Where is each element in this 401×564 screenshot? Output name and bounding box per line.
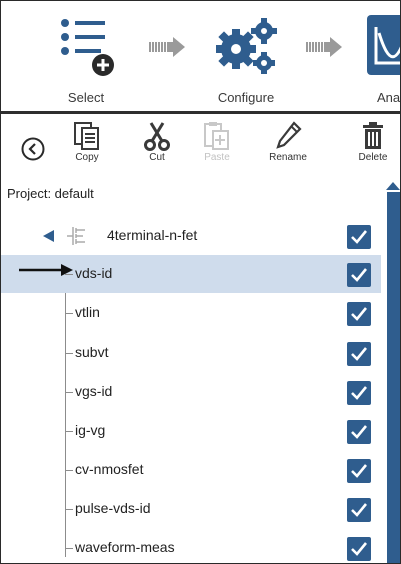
tree-item-cv-nmosfet[interactable]: cv-nmosfet <box>1 451 381 489</box>
check-icon <box>351 268 368 282</box>
graph-icon <box>367 15 400 75</box>
rename-label: Rename <box>269 152 307 163</box>
rename-button[interactable]: Rename <box>262 121 314 163</box>
tree-connector <box>65 509 73 510</box>
tree-item-subvt[interactable]: subvt <box>1 334 381 372</box>
tree-item-vtlin[interactable]: vtlin <box>1 294 381 332</box>
tree-connector <box>65 548 73 549</box>
scroll-up-icon[interactable] <box>386 182 400 190</box>
tree-connector <box>65 470 73 471</box>
list-add-icon <box>61 19 114 76</box>
tree-item-label: subvt <box>75 344 109 360</box>
workflow-step-select[interactable]: Select <box>41 1 131 111</box>
project-tree-window: Select Configure Ana Copy Cut Paste Rena… <box>0 0 401 564</box>
item-checkbox[interactable] <box>347 459 371 483</box>
tree-item-label: vtlin <box>75 304 100 320</box>
item-checkbox[interactable] <box>347 498 371 522</box>
project-label: Project: default <box>7 186 94 201</box>
tree-item-pulse-vds-id[interactable]: pulse-vds-id <box>1 490 381 528</box>
item-checkbox[interactable] <box>347 342 371 366</box>
paste-icon <box>204 122 229 150</box>
device-checkbox[interactable] <box>347 225 371 249</box>
workflow-step-configure[interactable]: Configure <box>196 1 296 111</box>
tree-item-label: ig-vg <box>75 422 106 438</box>
item-checkbox[interactable] <box>347 302 371 326</box>
tree-item-waveform-meas[interactable]: waveform-meas <box>1 529 381 563</box>
copy-button[interactable]: Copy <box>61 121 113 163</box>
tree-device-row[interactable]: 4terminal-n-fet <box>1 217 381 255</box>
annotation-arrow-icon <box>19 264 73 276</box>
scroll-thumb[interactable] <box>387 192 400 563</box>
tree-device-label: 4terminal-n-fet <box>107 227 198 243</box>
workflow-bar: Select Configure Ana <box>1 1 400 111</box>
tree-item-label: cv-nmosfet <box>75 461 144 477</box>
pencil-icon <box>276 121 302 149</box>
delete-label: Delete <box>358 152 388 163</box>
paste-button[interactable]: Paste <box>191 121 243 163</box>
check-icon <box>351 425 368 439</box>
tree-connector <box>65 392 73 393</box>
tree-item-label: vgs-id <box>75 383 113 399</box>
arrow-right-icon <box>149 37 185 57</box>
transistor-icon <box>67 227 85 245</box>
workflow-step-label: Select <box>67 90 105 105</box>
tree-item-label: vds-id <box>75 265 113 281</box>
workflow-step-label: Ana <box>377 90 401 105</box>
tree-connector <box>65 313 73 314</box>
item-checkbox[interactable] <box>347 381 371 405</box>
item-checkbox[interactable] <box>347 420 371 444</box>
copy-icon <box>74 122 99 150</box>
scissors-icon <box>144 122 170 151</box>
tree-item-vgs-id[interactable]: vgs-id <box>1 373 381 411</box>
vertical-scrollbar[interactable] <box>383 176 400 563</box>
back-circle-icon[interactable] <box>21 137 45 161</box>
arrow-right-icon <box>306 37 342 57</box>
workflow-step-analyze[interactable]: Ana <box>353 1 401 111</box>
delete-button[interactable]: Delete <box>347 121 399 163</box>
tree-item-label: pulse-vds-id <box>75 500 151 516</box>
check-icon <box>351 230 368 244</box>
workflow-step-label: Configure <box>217 90 275 105</box>
trash-icon <box>363 122 383 149</box>
copy-label: Copy <box>75 152 99 163</box>
tree-connector <box>65 353 73 354</box>
cut-label: Cut <box>149 152 165 163</box>
check-icon <box>351 542 368 556</box>
gears-icon <box>216 18 277 74</box>
tree-connector <box>65 431 73 432</box>
cut-button[interactable]: Cut <box>131 121 183 163</box>
collapse-triangle-icon[interactable] <box>43 230 55 242</box>
check-icon <box>351 347 368 361</box>
check-icon <box>351 386 368 400</box>
paste-label: Paste <box>204 152 230 163</box>
check-icon <box>351 503 368 517</box>
tree-item-ig-vg[interactable]: ig-vg <box>1 412 381 450</box>
tree-item-label: waveform-meas <box>75 539 175 555</box>
item-checkbox[interactable] <box>347 537 371 561</box>
check-icon <box>351 464 368 478</box>
check-icon <box>351 307 368 321</box>
item-checkbox[interactable] <box>347 263 371 287</box>
